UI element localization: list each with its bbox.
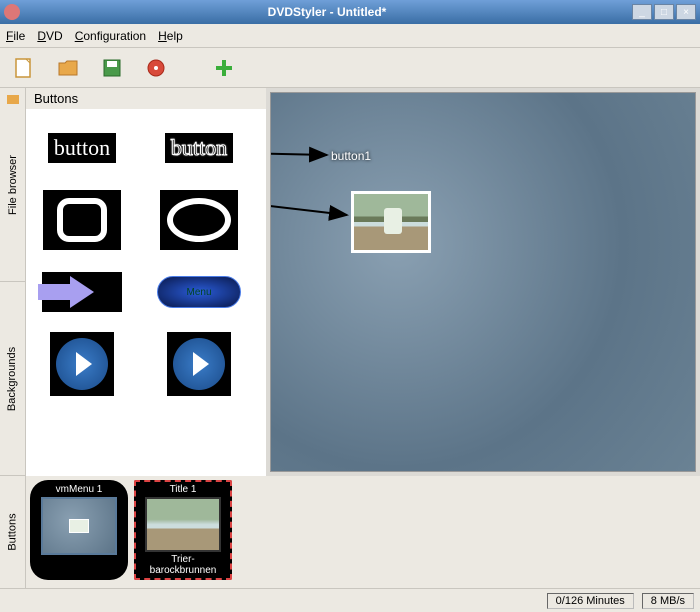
main-area: File browser Backgrounds Buttons button … [0,88,700,476]
window-title: DVDStyler - Untitled* [24,5,630,19]
burn-disc-icon [145,57,167,79]
tab-file-browser-label: File browser [7,155,19,215]
button-template-circle-arrow-2[interactable] [149,331,249,397]
status-bar: 0/126 Minutes 8 MB/s [0,588,700,612]
button-template-rounded-square[interactable] [32,187,132,253]
tab-buttons-label: Buttons [7,513,19,550]
timeline-item-title: vmMenu 1 [56,484,103,495]
menu-dvd[interactable]: DVD [37,29,62,43]
close-button[interactable]: × [676,4,696,20]
app-icon [4,4,20,20]
button-template-text-outline[interactable]: button [149,115,249,181]
minimize-button[interactable]: _ [632,4,652,20]
button-text-label: button [48,133,116,163]
timeline-item-thumb [145,497,221,552]
button-template-text-white[interactable]: button [32,115,132,181]
button-template-arrow-purple[interactable] [32,259,132,325]
canvas-thumbnail-button[interactable] [351,191,431,253]
timeline[interactable]: vmMenu 1 Title 1 Trier-barockbrunnen [26,476,700,588]
burn-button[interactable] [140,52,172,84]
timeline-item-title1[interactable]: Title 1 Trier-barockbrunnen [134,480,232,580]
timeline-item-menu[interactable]: vmMenu 1 [30,480,128,580]
buttons-panel: Buttons button button Menu [26,88,266,476]
button-text-label: button [165,133,233,163]
menu-file[interactable]: File [6,29,25,43]
status-minutes: 0/126 Minutes [547,593,634,609]
timeline-item-subtitle: Trier-barockbrunnen [138,554,228,576]
canvas-button-text[interactable]: button1 [331,149,371,163]
pill-label: Menu [157,276,241,308]
menu-bar: File DVD Configuration Help [0,24,700,48]
status-bitrate: 8 MB/s [642,593,694,609]
tab-buttons[interactable]: Buttons [0,476,26,588]
menu-canvas[interactable]: button1 [270,92,696,472]
timeline-item-thumb [41,497,117,555]
new-button[interactable] [8,52,40,84]
button-template-circle-arrow-1[interactable] [32,331,132,397]
tab-file-browser[interactable]: File browser [0,88,25,282]
title-bar: DVDStyler - Untitled* _ □ × [0,0,700,24]
side-tabs: File browser Backgrounds [0,88,26,476]
timeline-item-title: Title 1 [170,484,197,495]
new-file-icon [13,57,35,79]
timeline-wrap: Buttons vmMenu 1 Title 1 Trier-barockbru… [0,476,700,588]
open-button[interactable] [52,52,84,84]
menu-help[interactable]: Help [158,29,183,43]
tab-backgrounds-label: Backgrounds [7,346,19,410]
menu-configuration[interactable]: Configuration [75,29,146,43]
open-folder-icon [57,57,79,79]
maximize-button[interactable]: □ [654,4,674,20]
plus-icon [213,57,235,79]
panel-header: Buttons [26,88,266,109]
button-template-ellipse[interactable] [149,187,249,253]
add-button[interactable] [208,52,240,84]
save-icon [101,57,123,79]
button-template-pill-blue[interactable]: Menu [149,259,249,325]
toolbar [0,48,700,88]
folder-icon [6,92,20,106]
tab-backgrounds[interactable]: Backgrounds [0,282,25,476]
panel-body[interactable]: button button Menu [26,109,266,476]
save-button[interactable] [96,52,128,84]
